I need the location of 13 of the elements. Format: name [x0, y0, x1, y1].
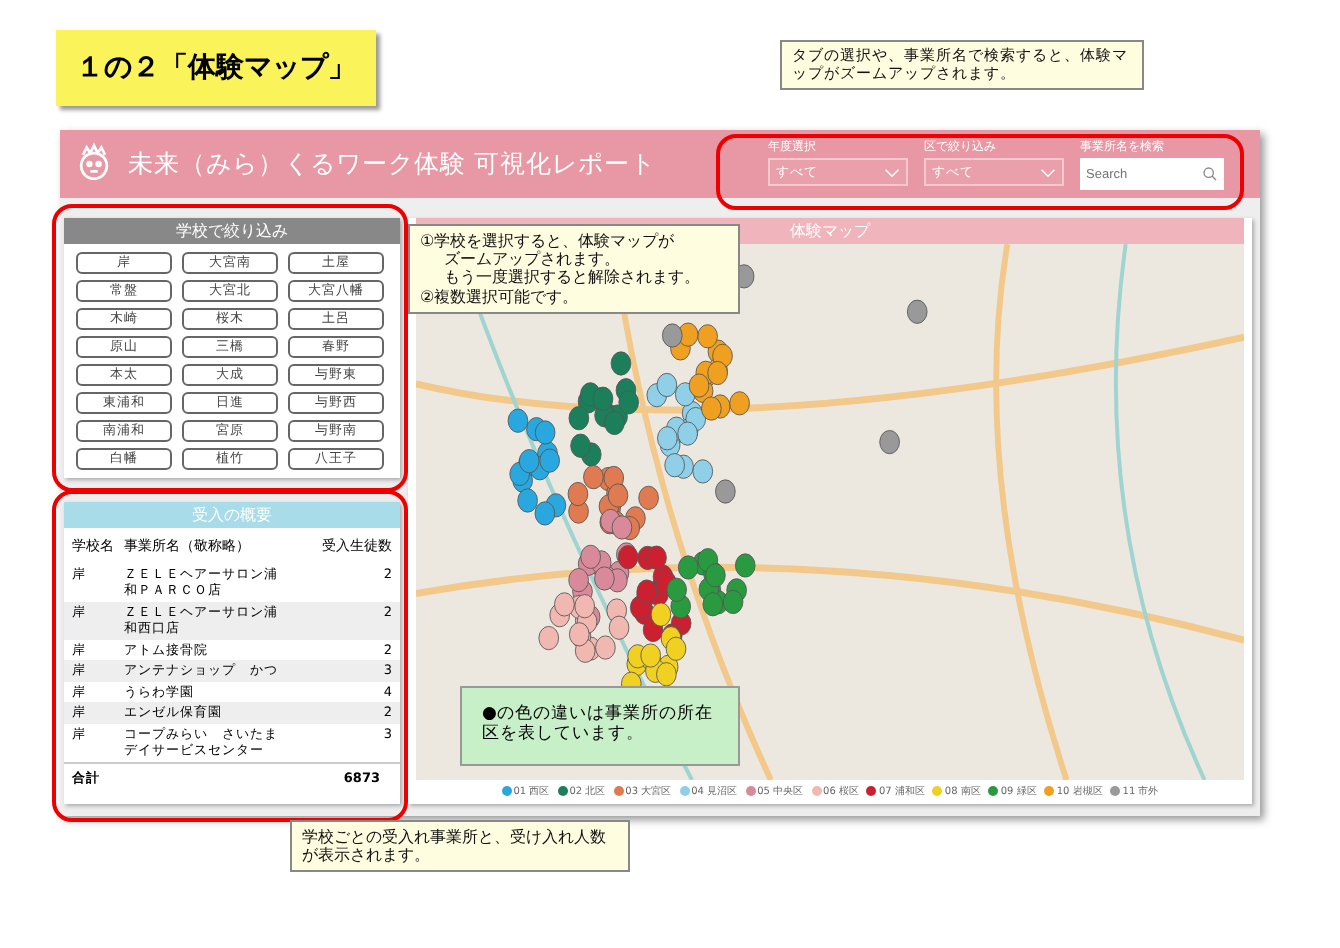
panel-title: 受入の概要: [64, 502, 400, 528]
search-icon: [1202, 166, 1218, 182]
chevron-down-icon: [1040, 167, 1056, 177]
page-title: １の２「体験マップ」: [56, 30, 376, 106]
callout-line: ズームアップされます。: [442, 250, 622, 269]
map-note: ●の色の違いは事業所の所在区を表しています。: [460, 686, 740, 766]
callout-note: 学校ごとの受入れ事業所と、受け入れ人数が表示されます。: [290, 820, 630, 873]
panel-title: 学校で絞り込み: [64, 218, 400, 244]
chevron-down-icon: [884, 167, 900, 177]
callout-line: もう一度選択すると解除されます。: [442, 268, 702, 288]
callout-line: ②複数選択可能です。: [420, 287, 581, 306]
callout-line: ①学校を選択すると、体験マップが: [420, 232, 677, 250]
report-title: 未来（みら）くるワーク体験 可視化レポート: [128, 147, 658, 181]
